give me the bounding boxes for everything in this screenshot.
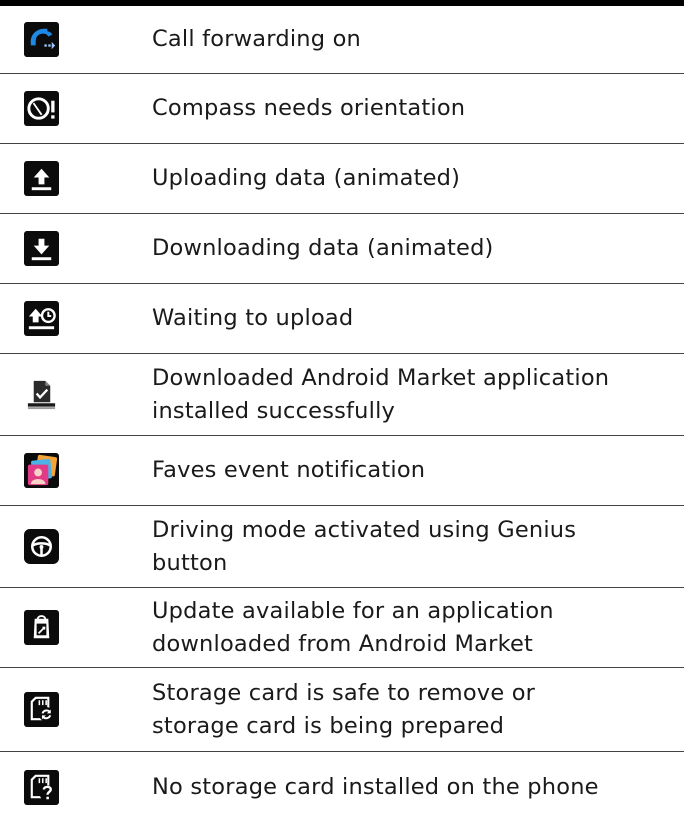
market-update-icon <box>24 610 59 645</box>
description: Downloading data (animated) <box>152 235 494 261</box>
icon-cell <box>0 377 152 412</box>
description: Compass needs orientation <box>152 95 466 121</box>
market-installed-icon <box>24 377 59 412</box>
faves-icon <box>24 453 59 488</box>
description: No storage card installed on the phone <box>152 773 599 800</box>
steering-wheel-icon <box>24 529 59 564</box>
download-icon <box>24 231 59 266</box>
table-row: Downloaded Android Market application in… <box>0 354 684 436</box>
compass-warning-icon <box>24 91 59 126</box>
table-row: Downloading data (animated) <box>0 214 684 284</box>
description: Waiting to upload <box>152 305 354 331</box>
icon-cell <box>0 301 152 336</box>
table-row: Storage card is safe to remove or storag… <box>0 668 684 752</box>
icon-cell <box>0 769 152 805</box>
table-row: Update available for an application down… <box>0 588 684 668</box>
upload-icon <box>24 161 59 196</box>
icon-cell <box>0 91 152 126</box>
upload-waiting-icon <box>24 301 59 336</box>
description: Update available for an application down… <box>152 597 554 657</box>
sd-card-sync-icon <box>24 692 59 727</box>
icon-cell <box>0 529 152 564</box>
call-forwarding-icon <box>24 22 59 57</box>
icon-cell <box>0 610 152 645</box>
status-icon-table: Call forwarding on Compass needs orienta… <box>0 6 684 822</box>
description: Uploading data (animated) <box>152 165 461 191</box>
icon-cell <box>0 161 152 196</box>
description: Downloaded Android Market application in… <box>152 364 610 424</box>
icon-cell <box>0 231 152 266</box>
table-row: Call forwarding on <box>0 6 684 74</box>
description: Faves event notification <box>152 457 426 483</box>
description: Storage card is safe to remove or storag… <box>152 679 536 739</box>
sd-card-missing-icon <box>24 769 59 805</box>
table-row: Driving mode activated using Genius butt… <box>0 506 684 588</box>
table-row: Uploading data (animated) <box>0 144 684 214</box>
table-row: Waiting to upload <box>0 284 684 354</box>
description: Driving mode activated using Genius butt… <box>152 516 577 576</box>
icon-cell <box>0 692 152 727</box>
table-row: Compass needs orientation <box>0 74 684 144</box>
icon-cell <box>0 453 152 488</box>
table-row: Faves event notification <box>0 436 684 506</box>
icon-cell <box>0 22 152 57</box>
description: Call forwarding on <box>152 26 361 52</box>
